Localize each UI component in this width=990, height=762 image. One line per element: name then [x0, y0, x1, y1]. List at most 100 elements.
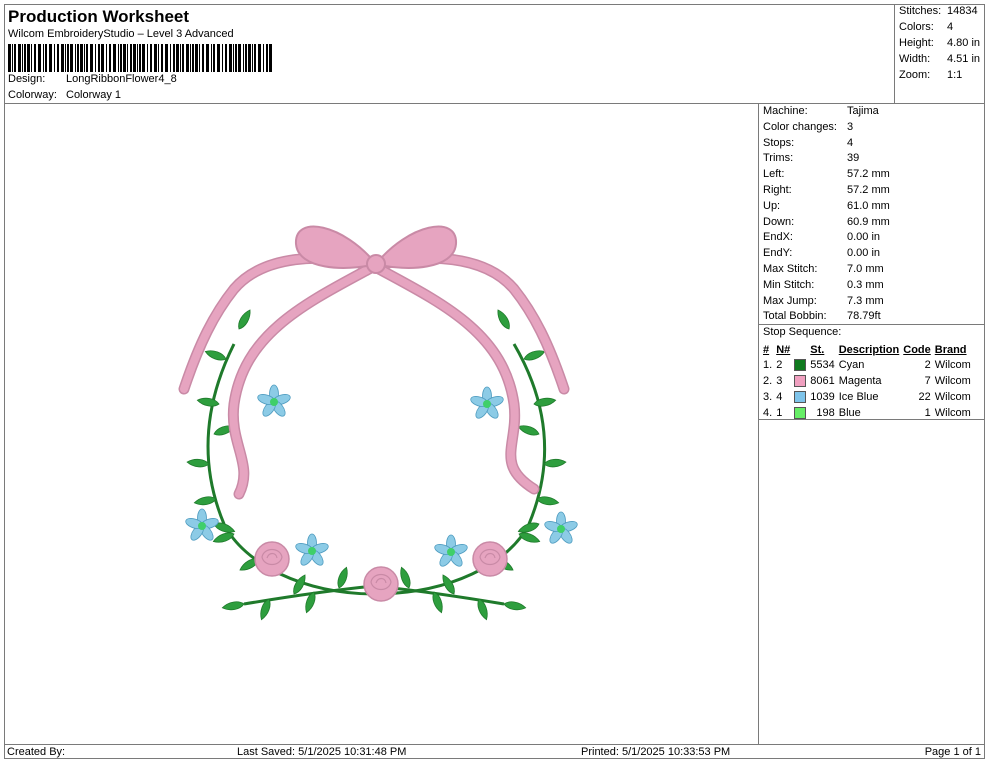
property-value: 0.00 in [847, 231, 881, 244]
property-row: EndX: 0.00 in [763, 231, 880, 243]
property-value: 78.79ft [847, 310, 881, 323]
property-label: Min Stitch: [763, 278, 815, 291]
property-label: Trims: [763, 152, 794, 165]
created-by: Created By: [7, 746, 66, 758]
property-row: Trims: 39 [763, 152, 859, 164]
barcode-bar [213, 44, 215, 72]
property-label: Left: [763, 168, 785, 181]
barcode-bar [90, 44, 93, 72]
barcode-bar [254, 44, 256, 72]
barcode-bar [27, 44, 30, 72]
barcode-bar [235, 44, 237, 72]
cell-code: 7 [924, 375, 931, 387]
properties-panel: Machine: Tajima Color changes: 3 Stops: 4 Trim… [759, 104, 985, 744]
barcode-bar [137, 44, 138, 72]
barcode-bar [195, 44, 198, 72]
property-value: 7.3 mm [847, 294, 884, 307]
design-preview [4, 104, 759, 744]
barcode-bar [245, 44, 247, 72]
cell-n: 2 [776, 359, 783, 371]
barcode-bar [14, 44, 16, 72]
property-row: Max Jump: 7.3 mm [763, 295, 884, 307]
cell-brand: Wilcom [934, 375, 971, 387]
barcode-bar [206, 44, 209, 72]
printed-date: Printed: 5/1/2025 10:33:53 PM [581, 746, 731, 758]
barcode-bar [211, 44, 212, 72]
barcode-bar [106, 44, 107, 72]
property-row: Color changes: 3 [763, 121, 853, 133]
barcode-bar [269, 44, 272, 72]
cell-idx: 3. [763, 391, 773, 403]
col-brand: Brand [934, 343, 967, 356]
colorway-label: Colorway: [8, 89, 57, 101]
cell-code: 2 [924, 359, 931, 371]
cell-n: 3 [776, 375, 783, 387]
barcode-bar [266, 44, 268, 72]
barcode-bar [70, 44, 73, 72]
property-label: Total Bobbin: [763, 310, 827, 323]
col-index: # [763, 343, 770, 356]
color-swatch-cell [792, 373, 808, 389]
barcode-bar [158, 44, 159, 72]
design-value: LongRibbonFlower4_8 [66, 73, 177, 85]
barcode-bar [34, 44, 36, 72]
barcode-bar [120, 44, 122, 72]
barcode-bar [31, 44, 32, 72]
barcode-bar [248, 44, 251, 72]
property-value: 57.2 mm [847, 184, 890, 196]
embroidery-wreath-image [178, 225, 580, 622]
barcode-bar [101, 44, 104, 72]
barcode-bar [142, 44, 145, 72]
property-value: 3 [847, 120, 854, 133]
property-value: 61.0 mm [847, 199, 890, 212]
cell-desc: Ice Blue [838, 391, 879, 403]
color-swatch-cell [792, 357, 808, 373]
color-swatch [794, 391, 807, 404]
barcode-bar [86, 44, 88, 72]
barcode-bar [229, 44, 232, 72]
barcode-bar [123, 44, 126, 72]
worksheet-header: Production Worksheet Wilcom EmbroiderySt… [4, 4, 895, 104]
property-row: Max Stitch: 7.0 mm [763, 263, 884, 275]
color-swatch [794, 375, 807, 388]
divider [759, 324, 985, 325]
property-row: Stops: 4 [763, 137, 853, 149]
barcode-bar [180, 44, 181, 72]
barcode-bar [263, 44, 264, 72]
barcode-bar [54, 44, 55, 72]
barcode-bar [49, 44, 52, 72]
cell-n: 4 [776, 391, 783, 403]
design-stats: Stitches: 14834 Colors: 4 Height: 4.80 in W… [895, 4, 985, 104]
stat-width: Width: 4.51 in [899, 53, 981, 65]
col-code: Code [903, 343, 931, 356]
cell-st: 5534 [810, 359, 835, 371]
property-row: Total Bobbin: 78.79ft [763, 310, 881, 322]
property-value: 39 [847, 152, 860, 165]
stat-colors: Colors: 4 [899, 21, 954, 33]
property-label: Max Jump: [763, 294, 817, 307]
property-row: Machine: Tajima [763, 105, 879, 117]
barcode-bar [45, 44, 47, 72]
barcode-bar [75, 44, 76, 72]
barcode-bar [130, 44, 132, 72]
barcode-bar [165, 44, 168, 72]
color-swatch-cell [792, 389, 808, 405]
divider [759, 419, 985, 420]
property-value: 0.3 mm [847, 278, 884, 291]
barcode-bar [38, 44, 41, 72]
worksheet-footer: Created By: Last Saved: 5/1/2025 10:31:4… [4, 744, 985, 759]
barcode-bar [12, 44, 13, 72]
barcode-bar [161, 44, 163, 72]
property-label: Down: [763, 215, 795, 228]
barcode-bar [80, 44, 83, 72]
property-label: Max Stitch: [763, 263, 818, 275]
property-label: Up: [763, 199, 781, 212]
software-name: Wilcom EmbroideryStudio – Level 3 Advanc… [8, 28, 234, 40]
col-stitches: St. [810, 343, 825, 356]
page-number: Page 1 of 1 [924, 746, 981, 758]
barcode-bar [173, 44, 175, 72]
property-row: Down: 60.9 mm [763, 216, 890, 228]
cell-brand: Wilcom [934, 359, 971, 371]
barcode-bar [98, 44, 100, 72]
cell-idx: 2. [763, 375, 773, 387]
